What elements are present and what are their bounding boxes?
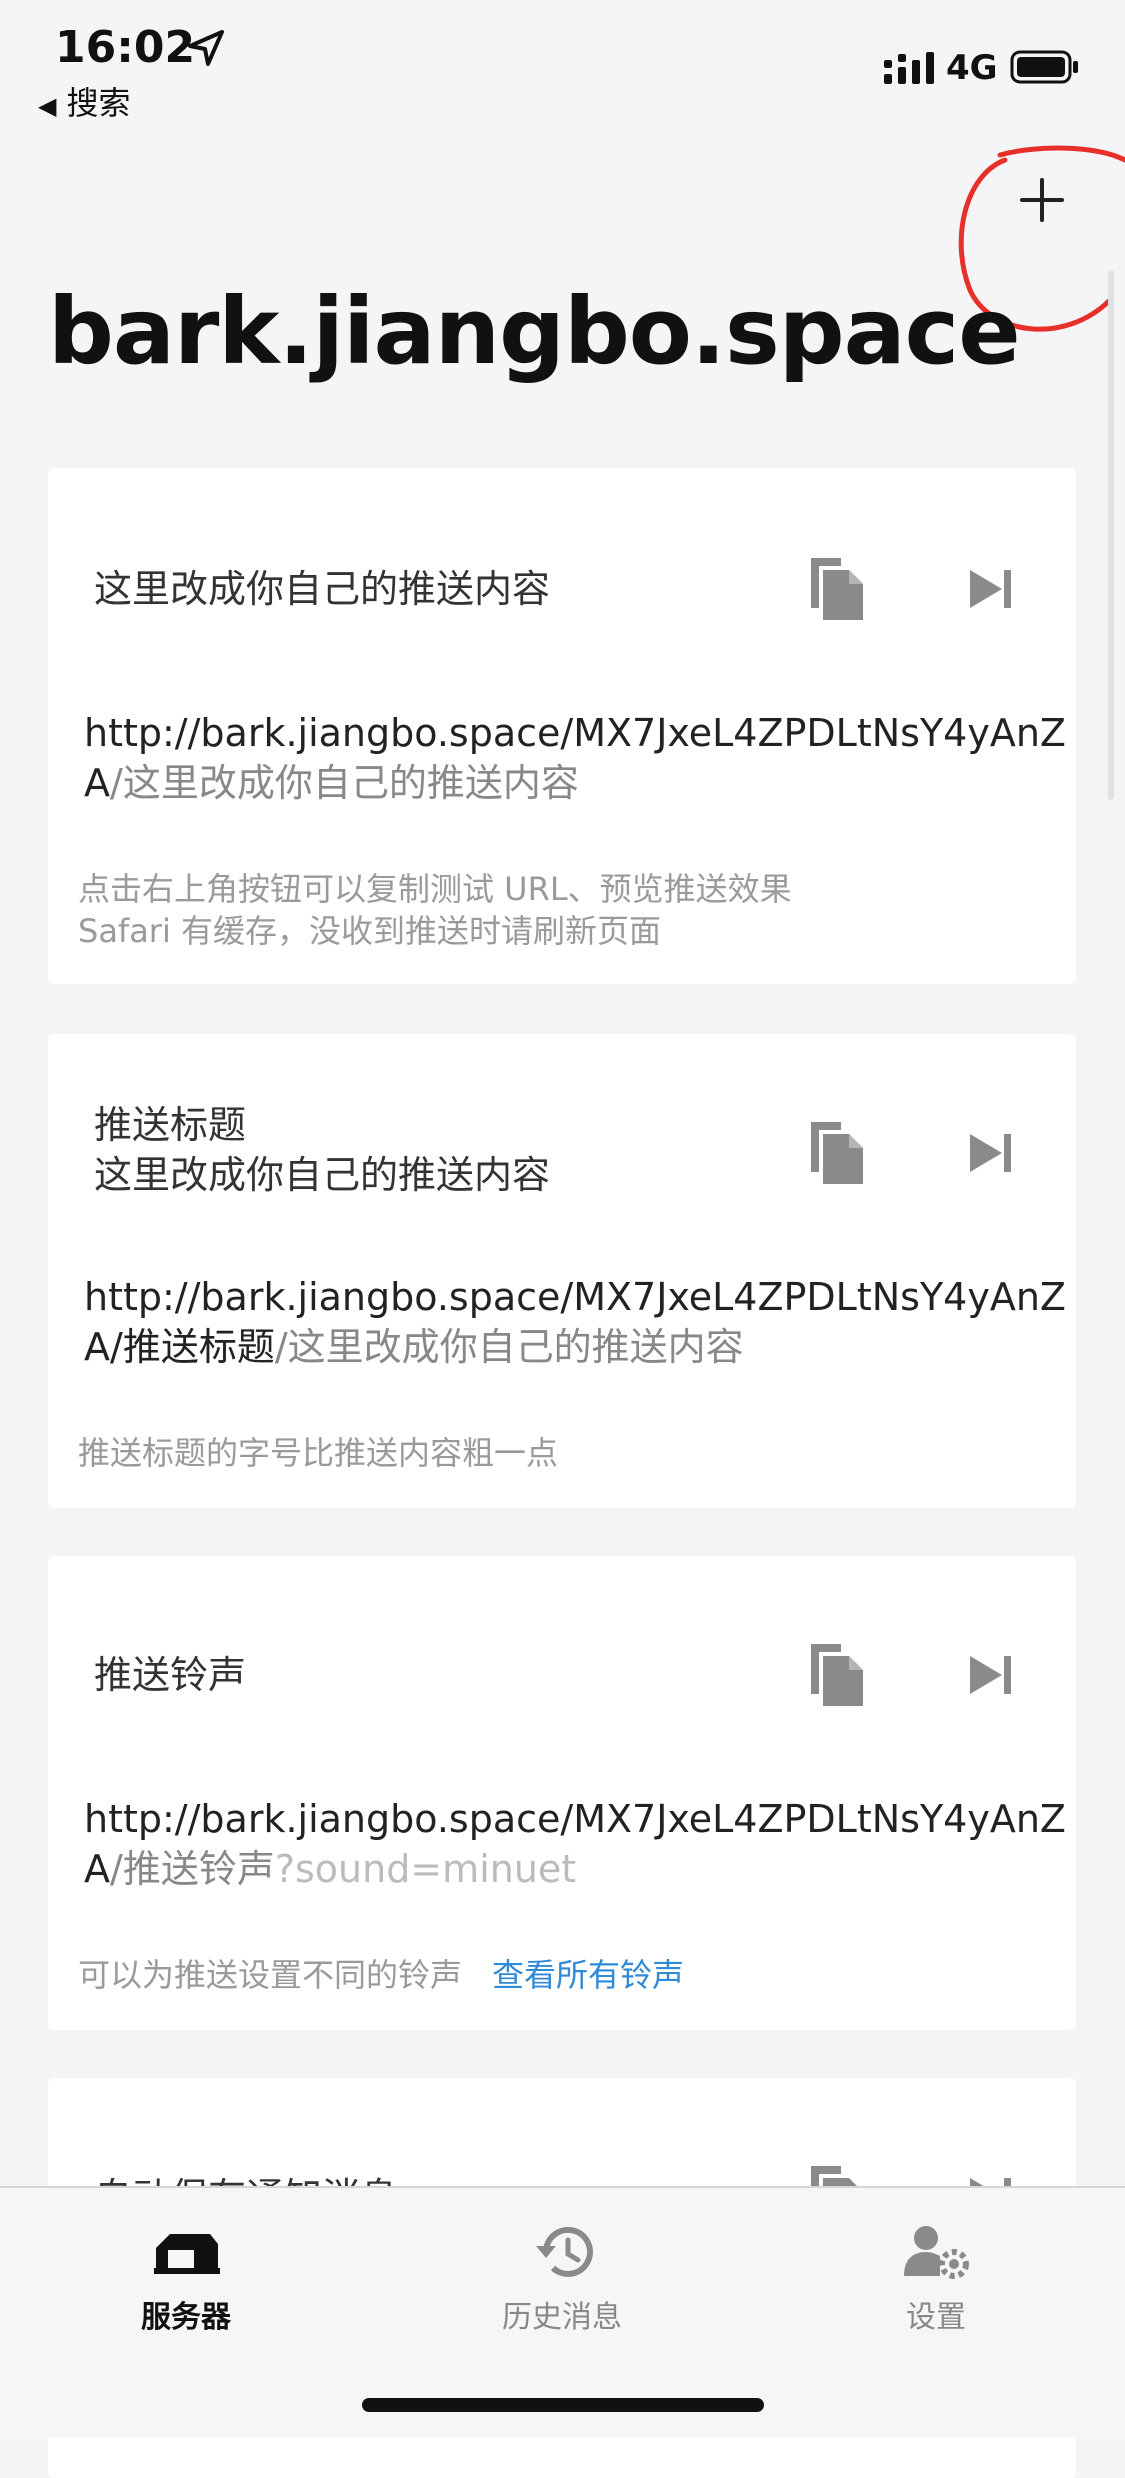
url-slash: / (110, 1847, 123, 1891)
back-label: 搜索 (66, 84, 131, 122)
card-url[interactable]: http://bark.jiangbo.space/MX7JxeL4ZPDLtN… (84, 708, 1074, 808)
server-icon (154, 2234, 220, 2274)
card-note: 可以为推送设置不同的铃声 查看所有铃声 (78, 1954, 684, 1996)
example-card-sound: 推送铃声 http://bark.jiangbo.space/MX7JxeL4Z… (48, 1556, 1076, 2030)
card-note-line: 点击右上角按钮可以复制测试 URL、预览推送效果 (78, 870, 792, 908)
card-note-text: 可以为推送设置不同的铃声 (78, 1956, 463, 1994)
copy-icon[interactable] (803, 1116, 867, 1186)
tab-label: 历史消息 (502, 2300, 622, 2335)
tab-history[interactable]: 历史消息 (452, 2222, 672, 2336)
card-title-line: 推送标题 (94, 1103, 247, 1147)
url-title: 推送标题 (122, 1325, 275, 1369)
url-path: 推送铃声 (122, 1847, 275, 1891)
network-type: 4G (946, 48, 998, 88)
card-url[interactable]: http://bark.jiangbo.space/MX7JxeL4ZPDLtN… (84, 1794, 1074, 1894)
scroll-indicator[interactable] (1108, 270, 1114, 800)
page-title: bark.jiangbo.space (48, 278, 1021, 385)
settings-icon (904, 2226, 969, 2279)
preview-push-icon[interactable] (966, 1650, 1014, 1700)
view-all-sounds-link[interactable]: 查看所有铃声 (492, 1956, 684, 1994)
plus-icon (1020, 178, 1064, 222)
back-to-search-link[interactable]: ◀ 搜索 (38, 78, 130, 124)
card-url[interactable]: http://bark.jiangbo.space/MX7JxeL4ZPDLtN… (84, 1272, 1074, 1372)
card-note-line: Safari 有缓存，没收到推送时请刷新页面 (78, 912, 662, 950)
copy-icon[interactable] (803, 1638, 867, 1708)
card-title: 这里改成你自己的推送内容 (94, 567, 551, 611)
example-card-content: 这里改成你自己的推送内容 http://bark.jiangbo.space/M… (48, 468, 1076, 984)
status-bar: 16:02 ◀ 搜索 4G (0, 0, 1125, 140)
url-slash: / (274, 1325, 288, 1369)
card-note: 推送标题的字号比推送内容粗一点 (78, 1434, 559, 1472)
signal-icon (884, 52, 934, 84)
preview-push-icon[interactable] (966, 564, 1014, 614)
history-icon (536, 2226, 593, 2277)
add-server-button[interactable] (1012, 170, 1072, 230)
url-query: ?sound=minuet (274, 1847, 577, 1891)
tab-settings[interactable]: 设置 (826, 2222, 1046, 2336)
back-triangle-icon: ◀ (38, 92, 57, 120)
preview-push-icon[interactable] (966, 1128, 1014, 1178)
url-path: 这里改成你自己的推送内容 (287, 1325, 744, 1369)
card-title: 推送铃声 (94, 1653, 247, 1697)
card-note: 点击右上角按钮可以复制测试 URL、预览推送效果 Safari 有缓存，没收到推… (78, 868, 792, 952)
url-path: 这里改成你自己的推送内容 (122, 761, 579, 805)
url-slash: / (110, 761, 123, 805)
status-time: 16:02 (55, 22, 196, 73)
battery-icon (1010, 50, 1078, 84)
example-card-title: 推送标题 这里改成你自己的推送内容 http://bark.jiangbo.sp… (48, 1034, 1076, 1508)
location-arrow-icon (188, 30, 224, 66)
home-indicator[interactable] (362, 2398, 764, 2412)
copy-icon[interactable] (803, 552, 867, 622)
card-title: 推送标题 这里改成你自己的推送内容 (94, 1100, 550, 1200)
tab-server[interactable]: 服务器 (76, 2222, 296, 2336)
tab-label: 设置 (906, 2300, 966, 2335)
tab-label: 服务器 (141, 2300, 231, 2335)
card-title-line: 这里改成你自己的推送内容 (94, 1153, 551, 1197)
